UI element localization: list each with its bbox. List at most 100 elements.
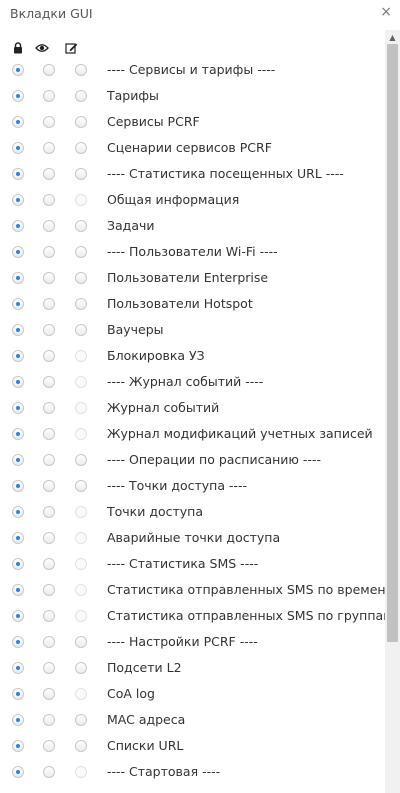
- hidden-radio[interactable]: [12, 350, 24, 362]
- hidden-radio[interactable]: [12, 454, 24, 466]
- hidden-radio[interactable]: [12, 610, 24, 622]
- permission-row: ---- Журнал событий ----: [0, 370, 385, 396]
- view-radio[interactable]: [43, 584, 55, 596]
- view-radio[interactable]: [43, 662, 55, 674]
- permission-row: Ваучеры: [0, 318, 385, 344]
- view-radio[interactable]: [43, 454, 55, 466]
- view-radio[interactable]: [43, 402, 55, 414]
- edit-radio: [75, 688, 87, 700]
- edit-radio[interactable]: [75, 298, 87, 310]
- edit-radio[interactable]: [75, 142, 87, 154]
- edit-radio[interactable]: [75, 64, 87, 76]
- view-radio[interactable]: [43, 246, 55, 258]
- edit-radio[interactable]: [75, 272, 87, 284]
- view-radio[interactable]: [43, 636, 55, 648]
- hidden-radio[interactable]: [12, 636, 24, 648]
- hidden-radio[interactable]: [12, 740, 24, 752]
- close-icon[interactable]: ×: [380, 4, 392, 20]
- edit-radio[interactable]: [75, 480, 87, 492]
- permission-label: Сценарии сервисов PCRF: [107, 140, 272, 155]
- view-radio[interactable]: [43, 610, 55, 622]
- permission-label: Статистика отправленных SMS по времени: [107, 582, 385, 597]
- view-radio[interactable]: [43, 506, 55, 518]
- hidden-radio[interactable]: [12, 662, 24, 674]
- hidden-radio[interactable]: [12, 90, 24, 102]
- hidden-radio[interactable]: [12, 558, 24, 570]
- view-radio[interactable]: [43, 116, 55, 128]
- permission-label: Списки URL: [107, 738, 184, 753]
- view-radio[interactable]: [43, 324, 55, 336]
- permission-label: Сервисы PCRF: [107, 114, 200, 129]
- permission-label: ---- Статистика SMS ----: [107, 556, 259, 571]
- hidden-radio[interactable]: [12, 532, 24, 544]
- edit-radio[interactable]: [75, 714, 87, 726]
- permission-label: ---- Точки доступа ----: [107, 478, 248, 493]
- hidden-radio[interactable]: [12, 766, 24, 778]
- view-radio[interactable]: [43, 350, 55, 362]
- edit-radio[interactable]: [75, 116, 87, 128]
- scrollbar-thumb[interactable]: [387, 44, 398, 642]
- hidden-radio[interactable]: [12, 506, 24, 518]
- edit-radio: [75, 350, 87, 362]
- view-radio[interactable]: [43, 558, 55, 570]
- edit-radio[interactable]: [75, 90, 87, 102]
- view-radio[interactable]: [43, 194, 55, 206]
- edit-radio[interactable]: [75, 662, 87, 674]
- vertical-scrollbar[interactable]: ▲: [385, 30, 400, 793]
- hidden-radio[interactable]: [12, 688, 24, 700]
- hidden-radio[interactable]: [12, 64, 24, 76]
- edit-radio[interactable]: [75, 168, 87, 180]
- edit-radio[interactable]: [75, 324, 87, 336]
- edit-radio: [75, 610, 87, 622]
- hidden-radio[interactable]: [12, 272, 24, 284]
- hidden-radio[interactable]: [12, 402, 24, 414]
- view-radio[interactable]: [43, 168, 55, 180]
- edit-radio: [75, 558, 87, 570]
- edit-radio[interactable]: [75, 636, 87, 648]
- hidden-radio[interactable]: [12, 428, 24, 440]
- view-radio[interactable]: [43, 714, 55, 726]
- hidden-radio[interactable]: [12, 584, 24, 596]
- edit-radio[interactable]: [75, 454, 87, 466]
- permission-row: Списки URL: [0, 734, 385, 760]
- edit-radio[interactable]: [75, 220, 87, 232]
- hidden-radio[interactable]: [12, 220, 24, 232]
- permission-label: ---- Операции по расписанию ----: [107, 452, 321, 467]
- permission-label: Ваучеры: [107, 322, 164, 337]
- view-radio[interactable]: [43, 272, 55, 284]
- permission-label: ---- Статистика посещенных URL ----: [107, 166, 344, 181]
- scroll-up-arrow-icon[interactable]: ▲: [385, 30, 400, 44]
- view-radio[interactable]: [43, 376, 55, 388]
- permission-label: Журнал событий: [107, 400, 220, 415]
- view-radio[interactable]: [43, 480, 55, 492]
- hidden-radio[interactable]: [12, 116, 24, 128]
- view-radio[interactable]: [43, 142, 55, 154]
- edit-radio[interactable]: [75, 246, 87, 258]
- view-radio[interactable]: [43, 688, 55, 700]
- view-radio[interactable]: [43, 220, 55, 232]
- hidden-radio[interactable]: [12, 714, 24, 726]
- permission-row: ---- Стартовая ----: [0, 760, 385, 786]
- view-radio[interactable]: [43, 428, 55, 440]
- hidden-radio[interactable]: [12, 194, 24, 206]
- hidden-radio[interactable]: [12, 376, 24, 388]
- view-radio[interactable]: [43, 532, 55, 544]
- permission-label: Общая информация: [107, 192, 240, 207]
- hidden-radio[interactable]: [12, 324, 24, 336]
- view-radio[interactable]: [43, 766, 55, 778]
- hidden-radio[interactable]: [12, 480, 24, 492]
- permission-row: Статистика отправленных SMS по группам: [0, 604, 385, 630]
- view-radio[interactable]: [43, 90, 55, 102]
- permission-row: Аварийные точки доступа: [0, 526, 385, 552]
- view-radio[interactable]: [43, 740, 55, 752]
- permission-label: Точки доступа: [107, 504, 203, 519]
- view-radio[interactable]: [43, 64, 55, 76]
- hidden-radio[interactable]: [12, 168, 24, 180]
- edit-radio: [75, 428, 87, 440]
- hidden-radio[interactable]: [12, 298, 24, 310]
- hidden-radio[interactable]: [12, 142, 24, 154]
- permission-label: Подсети L2: [107, 660, 182, 675]
- edit-radio[interactable]: [75, 740, 87, 752]
- view-radio[interactable]: [43, 298, 55, 310]
- hidden-radio[interactable]: [12, 246, 24, 258]
